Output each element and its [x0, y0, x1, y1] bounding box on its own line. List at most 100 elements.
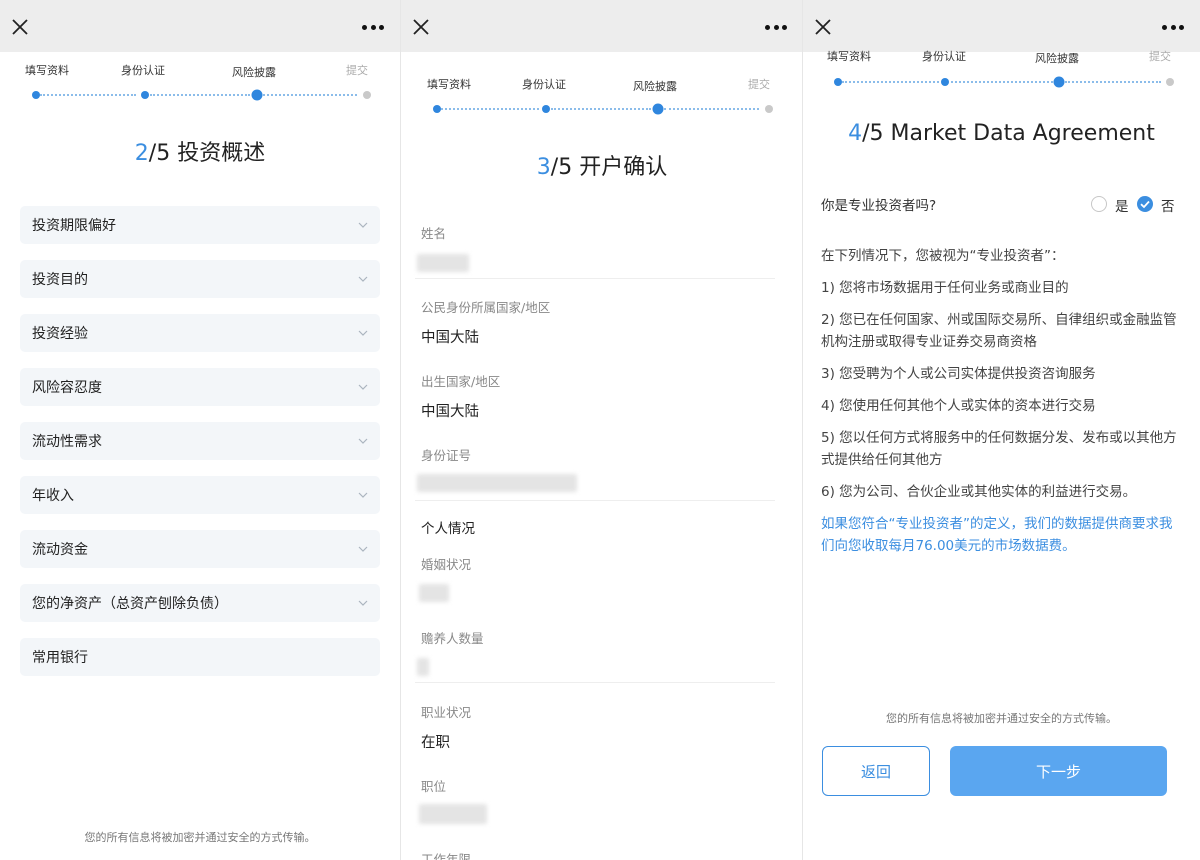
step-connector — [842, 81, 939, 83]
step-label-fill-info: 填写资料 — [427, 78, 471, 91]
value-citizenship: 中国大陆 — [421, 330, 479, 346]
step-connector — [551, 108, 651, 110]
redacted-marital-status — [419, 584, 449, 602]
step-connector — [441, 108, 539, 110]
condition-item: 3) 您受聘为个人或公司实体提供投资咨询服务 — [821, 366, 1096, 382]
more-options-icon[interactable] — [765, 25, 787, 31]
redacted-position — [419, 804, 487, 824]
select-liquid-funds[interactable]: 流动资金 — [20, 530, 380, 568]
radio-no-checked[interactable] — [1137, 196, 1153, 212]
chevron-down-icon — [358, 222, 368, 228]
security-note: 您的所有信息将被加密并通过安全的方式传输。 — [886, 712, 1117, 725]
chevron-down-icon — [358, 546, 368, 552]
field-separator — [415, 278, 775, 279]
close-icon[interactable] — [12, 19, 28, 35]
radio-yes[interactable] — [1091, 196, 1107, 212]
back-button[interactable]: 返回 — [822, 746, 930, 796]
step-connector — [40, 94, 136, 96]
step-label-submit: 提交 — [748, 78, 770, 91]
radio-no-label: 否 — [1161, 199, 1175, 215]
page-title: 4/5 Market Data Agreement — [848, 121, 1155, 146]
step-connector — [664, 108, 759, 110]
page-title: 2/5 投资概述 — [134, 141, 266, 166]
redacted-dependents — [417, 658, 429, 676]
close-icon[interactable] — [413, 19, 429, 35]
select-investment-goal[interactable]: 投资目的 — [20, 260, 380, 298]
page-title: 3/5 开户确认 — [536, 155, 668, 180]
step-dot-done — [941, 78, 949, 86]
label-id-number: 身份证号 — [421, 448, 472, 463]
radio-yes-label: 是 — [1115, 199, 1129, 215]
label-birth-country: 出生国家/地区 — [421, 374, 501, 389]
definition-intro: 在下列情况下，您被视为“专业投资者”： — [821, 248, 1065, 264]
select-net-worth[interactable]: 您的净资产（总资产刨除负债） — [20, 584, 380, 622]
step-label-risk: 风险披露 — [232, 66, 276, 79]
field-separator — [415, 682, 775, 683]
label-dependents: 赡养人数量 — [421, 631, 484, 646]
more-options-icon[interactable] — [362, 25, 384, 31]
chevron-down-icon — [358, 438, 368, 444]
step-dot-done — [32, 91, 40, 99]
step-connector — [951, 81, 1053, 83]
screen-market-data-agreement: 填写资料 身份认证 风险披露 提交 4/5 Market Data Agreem… — [803, 0, 1200, 860]
step-dot-done — [834, 78, 842, 86]
next-button[interactable]: 下一步 — [950, 746, 1167, 796]
condition-item: 2) 您已在任何国家、州或国际交易所、自律组织或金融监管机构注册或取得专业证券交… — [821, 312, 1177, 350]
section-personal: 个人情况 — [421, 521, 475, 537]
step-dot-current — [1053, 76, 1065, 88]
step-label-risk: 风险披露 — [1035, 52, 1079, 65]
step-progress: 填写资料 身份认证 风险披露 提交 — [401, 72, 803, 122]
label-position: 职位 — [421, 779, 447, 794]
chevron-down-icon — [358, 384, 368, 390]
step-dot-done — [141, 91, 149, 99]
label-work-years: 工作年限 — [421, 852, 472, 860]
step-label-risk: 风险披露 — [633, 80, 677, 93]
step-label-submit: 提交 — [346, 64, 368, 77]
chevron-down-icon — [358, 492, 368, 498]
step-dot-done — [542, 105, 550, 113]
field-separator — [415, 500, 775, 501]
step-dot-pending — [1166, 78, 1174, 86]
screen-account-confirmation: 填写资料 身份认证 风险披露 提交 3/5 开户确认 姓名 公民身份所属国家/地… — [401, 0, 803, 860]
condition-item: 6) 您为公司、合伙企业或其他实体的利益进行交易。 — [821, 484, 1137, 500]
step-dot-current — [251, 89, 263, 101]
select-liquidity-needs[interactable]: 流动性需求 — [20, 422, 380, 460]
input-common-bank[interactable]: 常用银行 — [20, 638, 380, 676]
step-label-identity: 身份认证 — [522, 78, 566, 91]
select-investment-experience[interactable]: 投资经验 — [20, 314, 380, 352]
screenshot-collage: 填写资料 身份认证 风险披露 提交 2/5 投资概述 投资期限偏好 投资目的 投… — [0, 0, 1200, 860]
fee-notice: 如果您符合“专业投资者”的定义，我们的数据提供商要求我们向您收取每月76.00美… — [821, 516, 1173, 554]
step-progress: 填写资料 身份认证 风险披露 提交 — [0, 58, 400, 108]
chevron-down-icon — [358, 600, 368, 606]
step-label-fill-info: 填写资料 — [827, 50, 871, 63]
step-connector — [263, 94, 357, 96]
professional-investor-question: 你是专业投资者吗? 是 否 — [821, 194, 1178, 216]
step-label-submit: 提交 — [1149, 50, 1171, 63]
value-birth-country: 中国大陆 — [421, 404, 479, 420]
label-name: 姓名 — [421, 226, 447, 241]
label-marital-status: 婚姻状况 — [421, 557, 472, 572]
condition-item: 4) 您使用任何其他个人或实体的资本进行交易 — [821, 398, 1096, 414]
top-bar — [401, 0, 803, 52]
question-label: 你是专业投资者吗? — [821, 198, 937, 214]
label-employment-status: 职业状况 — [421, 705, 472, 720]
chevron-down-icon — [358, 330, 368, 336]
redacted-id-number — [417, 474, 577, 492]
step-label-identity: 身份认证 — [121, 64, 165, 77]
condition-item: 5) 您以任何方式将服务中的任何数据分发、发布或以其他方式提供给任何其他方 — [821, 430, 1177, 468]
select-investment-horizon[interactable]: 投资期限偏好 — [20, 206, 380, 244]
step-progress: 填写资料 身份认证 风险披露 提交 — [803, 45, 1200, 95]
select-annual-income[interactable]: 年收入 — [20, 476, 380, 514]
step-dot-done — [433, 105, 441, 113]
step-dot-pending — [765, 105, 773, 113]
top-bar — [0, 0, 400, 52]
screen-investment-overview: 填写资料 身份认证 风险披露 提交 2/5 投资概述 投资期限偏好 投资目的 投… — [0, 0, 400, 860]
chevron-down-icon — [358, 276, 368, 282]
step-label-identity: 身份认证 — [922, 50, 966, 63]
close-icon[interactable] — [815, 19, 831, 35]
condition-item: 1) 您将市场数据用于任何业务或商业目的 — [821, 280, 1069, 296]
more-options-icon[interactable] — [1162, 25, 1184, 31]
step-connector — [150, 94, 250, 96]
security-note: 您的所有信息将被加密并通过安全的方式传输。 — [84, 831, 316, 844]
select-risk-tolerance[interactable]: 风险容忍度 — [20, 368, 380, 406]
